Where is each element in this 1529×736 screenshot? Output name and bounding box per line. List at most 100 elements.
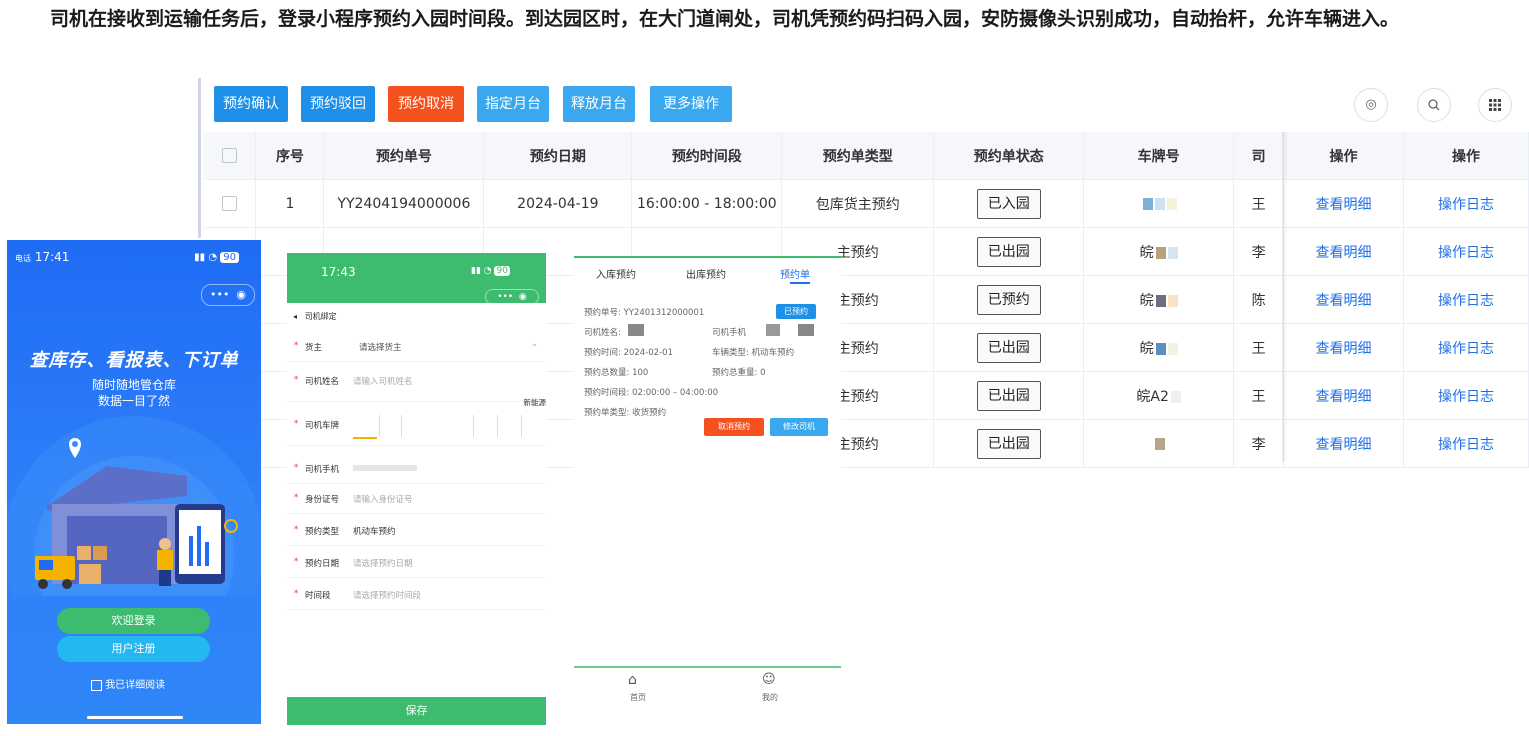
more-actions-button[interactable]: 更多操作 [650, 86, 732, 122]
cell-status: 已预约 [933, 275, 1085, 324]
cell-plate: 皖 [1083, 275, 1235, 324]
cell-plate: 皖A2 [1083, 371, 1235, 420]
cell-op-detail: 查看明细 [1283, 227, 1404, 276]
table-row: 1 YY2404194000006 2024-04-19 16:00:00 - … [204, 179, 1529, 228]
view-detail-link[interactable]: 查看明细 [1316, 437, 1372, 453]
col-header-driver: 司 [1233, 132, 1285, 180]
search-icon[interactable] [1417, 88, 1451, 122]
profile-icon[interactable]: ☺ [762, 672, 776, 687]
bottom-nav: ⌂ 首页 ☺ 我的 [574, 666, 841, 710]
nav-mine-label[interactable]: 我的 [762, 692, 778, 703]
col-header-seq: 序号 [255, 132, 325, 180]
order-type: 预约单类型: 收货预约 [584, 408, 667, 418]
login-button[interactable]: 欢迎登录 [57, 608, 210, 634]
redacted-block [798, 324, 814, 336]
cell-driver: 李 [1233, 227, 1285, 276]
operation-log-link[interactable]: 操作日志 [1438, 437, 1494, 453]
plate-input-cells[interactable] [353, 413, 543, 439]
cell-order-no: YY2404194000006 [323, 179, 485, 228]
login-subtitle-1: 随时随地管仓库 [91, 378, 176, 392]
login-headline: 查库存、看报表、下订单 [29, 350, 239, 371]
green-header: 17:43 ▮▮ ◔ 90 ••• ◉ [287, 253, 546, 305]
view-detail-link[interactable]: 查看明细 [1316, 293, 1372, 309]
tab-orders[interactable]: 预约单 [780, 266, 810, 281]
cell-driver: 王 [1233, 371, 1285, 420]
status-badge[interactable]: 已出园 [976, 428, 1041, 459]
cell-driver: 陈 [1233, 275, 1285, 324]
status-badge[interactable]: 已入园 [976, 188, 1041, 219]
driver-name-field[interactable]: * 司机姓名 请输入司机姓名 新能源 [287, 365, 546, 407]
home-icon[interactable]: ⌂ [628, 672, 637, 688]
view-detail-link[interactable]: 查看明细 [1316, 341, 1372, 357]
view-detail-link[interactable]: 查看明细 [1316, 197, 1372, 213]
tab-outbound[interactable]: 出库预约 [686, 266, 726, 281]
modify-driver-button[interactable]: 修改司机 [770, 418, 828, 436]
signal-icon: ▮▮ ◔ 90 [471, 266, 510, 276]
assign-dock-button[interactable]: 指定月台 [477, 86, 549, 122]
reservation-time: 预约时间: 2024-02-01 [584, 348, 673, 358]
operation-log-link[interactable]: 操作日志 [1438, 293, 1494, 309]
total-quantity: 预约总数量: 100 [584, 368, 649, 378]
status-badge[interactable]: 已出园 [976, 236, 1041, 267]
reservation-date-field[interactable]: * 预约日期 请选择预约日期 [287, 547, 546, 578]
order-no-label: 预约单号: YY2401312000001 [584, 308, 705, 318]
driver-phone-field[interactable]: * 司机手机 [287, 453, 546, 484]
status-time: 17:41 [34, 250, 70, 264]
chevron-down-icon: ⌄ [530, 339, 538, 349]
view-detail-link[interactable]: 查看明细 [1316, 389, 1372, 405]
row-checkbox[interactable] [204, 179, 257, 228]
release-dock-button[interactable]: 释放月台 [563, 86, 635, 122]
back-nav[interactable]: ◂ 司机绑定 [293, 311, 337, 322]
select-all-checkbox[interactable] [204, 132, 257, 180]
reservation-type-field[interactable]: * 预约类型 机动车预约 [287, 515, 546, 546]
miniapp-capsule-icon[interactable]: ••• ◉ [485, 289, 539, 305]
operation-log-link[interactable]: 操作日志 [1438, 197, 1494, 213]
total-weight: 预约总重量: 0 [712, 368, 766, 378]
cell-plate [1083, 419, 1235, 468]
time-slot-field[interactable]: * 时间段 请选择预约时间段 [287, 579, 546, 610]
cell-status: 已出园 [933, 323, 1085, 372]
tab-underline [790, 282, 810, 284]
eye-icon[interactable]: ◎ [1354, 88, 1388, 122]
new-energy-toggle[interactable]: 新能源 [524, 397, 547, 408]
vehicle-type: 车辆类型: 机动车预约 [712, 348, 795, 358]
save-button[interactable]: 保存 [287, 697, 546, 725]
cell-op-detail: 查看明细 [1283, 323, 1404, 372]
cell-op-log: 操作日志 [1403, 275, 1529, 324]
nav-home-label[interactable]: 首页 [630, 692, 646, 703]
cell-op-detail: 查看明细 [1283, 371, 1404, 420]
cell-driver: 王 [1233, 323, 1285, 372]
cell-status: 已入园 [933, 179, 1085, 228]
cancel-reservation-button[interactable]: 取消预约 [704, 418, 764, 436]
plate-number-field[interactable]: * 司机车牌 [287, 409, 546, 446]
status-badge[interactable]: 已出园 [976, 380, 1041, 411]
operation-log-link[interactable]: 操作日志 [1438, 245, 1494, 261]
cancel-reservation-button[interactable]: 预约取消 [388, 86, 464, 122]
driver-phone-label: 司机手机 [712, 328, 747, 338]
grid-icon[interactable] [1478, 88, 1512, 122]
status-badge[interactable]: 已预约 [976, 284, 1041, 315]
cell-op-log: 操作日志 [1403, 179, 1529, 228]
login-subtitle-2: 数据一目了然 [97, 394, 170, 408]
reject-reservation-button[interactable]: 预约驳回 [301, 86, 375, 122]
col-header-action: 操作 [1283, 132, 1404, 180]
status-badge[interactable]: 已出园 [976, 332, 1041, 363]
cell-driver: 李 [1233, 419, 1285, 468]
miniapp-capsule-icon[interactable]: ••• ◉ [201, 284, 255, 306]
confirm-reservation-button[interactable]: 预约确认 [214, 86, 288, 122]
view-detail-link[interactable]: 查看明细 [1316, 245, 1372, 261]
cell-op-log: 操作日志 [1403, 323, 1529, 372]
caption-text: 司机在接收到运输任务后，登录小程序预约入园时间段。到达园区时，在大门道闸处，司机… [50, 8, 1400, 30]
tab-inbound[interactable]: 入库预约 [596, 266, 636, 281]
register-button[interactable]: 用户注册 [57, 636, 210, 662]
shipper-select[interactable]: * 货主 请选择货主 ⌄ [287, 331, 546, 362]
cell-date: 2024-04-19 [483, 179, 633, 228]
fixed-column-shadow [1282, 132, 1288, 462]
id-number-field[interactable]: * 身份证号 请输入身份证号 [287, 483, 546, 514]
operation-log-link[interactable]: 操作日志 [1438, 389, 1494, 405]
cell-op-log: 操作日志 [1403, 419, 1529, 468]
signal-icon: ▮▮ ◔ 90 [194, 252, 239, 263]
cell-status: 已出园 [933, 227, 1085, 276]
operation-log-link[interactable]: 操作日志 [1438, 341, 1494, 357]
agreement-checkbox[interactable]: 我已详细阅读 [91, 676, 165, 691]
